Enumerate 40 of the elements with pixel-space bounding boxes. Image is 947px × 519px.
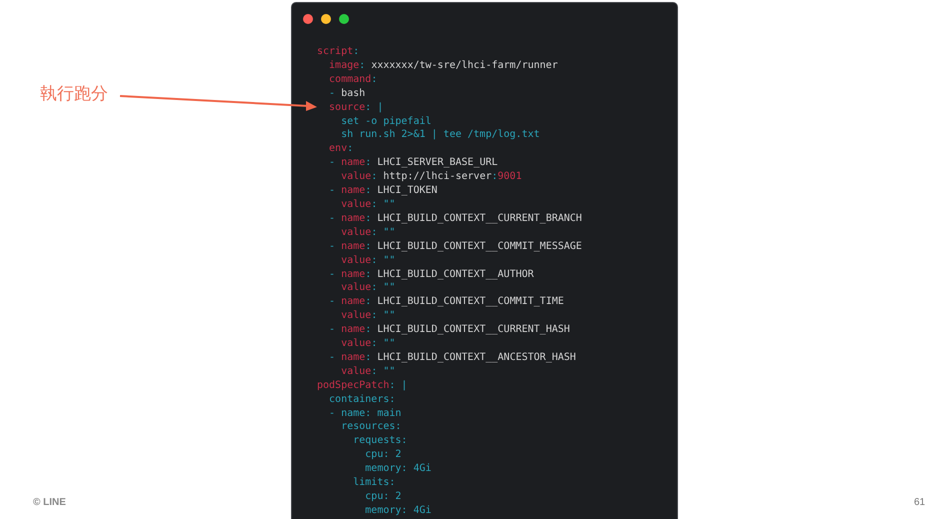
code-line: value: "" xyxy=(340,226,396,238)
code-line: source: | xyxy=(328,102,384,113)
code-line: - bash xyxy=(328,88,366,99)
code-line: value: "" xyxy=(340,198,396,210)
code-line: - name: LHCI_BUILD_CONTEXT__AUTHOR xyxy=(328,268,534,280)
code-line: cpu: 2 xyxy=(364,491,402,502)
code-line: - name: LHCI_BUILD_CONTEXT__CURRENT_HASH xyxy=(328,324,570,336)
copyright-label: © LINE xyxy=(33,496,67,510)
code-line: - name: LHCI_BUILD_CONTEXT__CURRENT_BRANCH xyxy=(328,212,582,224)
window-control-icon[interactable] xyxy=(321,14,331,24)
code-line: requests: xyxy=(352,435,408,446)
code-line: memory: 4Gi xyxy=(364,504,432,516)
code-line: value: http://lhci-server:9001 xyxy=(340,171,522,182)
code-line: limits: xyxy=(352,477,396,488)
code-line: value: "" xyxy=(340,254,396,266)
code-line: resources: xyxy=(340,421,402,432)
code-line: - name: LHCI_BUILD_CONTEXT__COMMIT_TIME xyxy=(328,296,564,308)
code-line: containers: xyxy=(328,394,396,405)
code-line: value: "" xyxy=(340,310,396,322)
code-line: set -o pipefail xyxy=(340,116,432,127)
code-line: image: xxxxxxx/tw-sre/lhci-farm/runner xyxy=(328,60,558,71)
code-line: value: "" xyxy=(340,282,396,294)
code-line: - name: LHCI_SERVER_BASE_URL xyxy=(328,157,498,168)
code-line: value: "" xyxy=(340,338,396,350)
code-line: sh run.sh 2>&1 | tee /tmp/log.txt xyxy=(340,129,540,140)
code-line: command: xyxy=(328,74,378,85)
code-line: env: xyxy=(328,143,354,154)
code-line: - name: main xyxy=(328,408,402,419)
code-line: memory: 4Gi xyxy=(364,463,432,474)
code-line: - name: LHCI_BUILD_CONTEXT__ANCESTOR_HASH xyxy=(328,352,576,363)
code-line: script: xyxy=(317,46,360,57)
code-line: - name: LHCI_BUILD_CONTEXT__COMMIT_MESSAGE xyxy=(328,240,582,252)
code-line: - name: LHCI_TOKEN xyxy=(328,185,438,196)
page-number: 61 xyxy=(913,496,926,510)
code-line: cpu: 2 xyxy=(364,449,402,460)
code-line: value: "" xyxy=(340,366,396,377)
window-control-icon[interactable] xyxy=(303,14,313,24)
annotation-label: 執行跑分 xyxy=(40,84,108,104)
window-control-icon[interactable] xyxy=(339,14,349,24)
code-line: podSpecPatch: | xyxy=(317,380,408,391)
